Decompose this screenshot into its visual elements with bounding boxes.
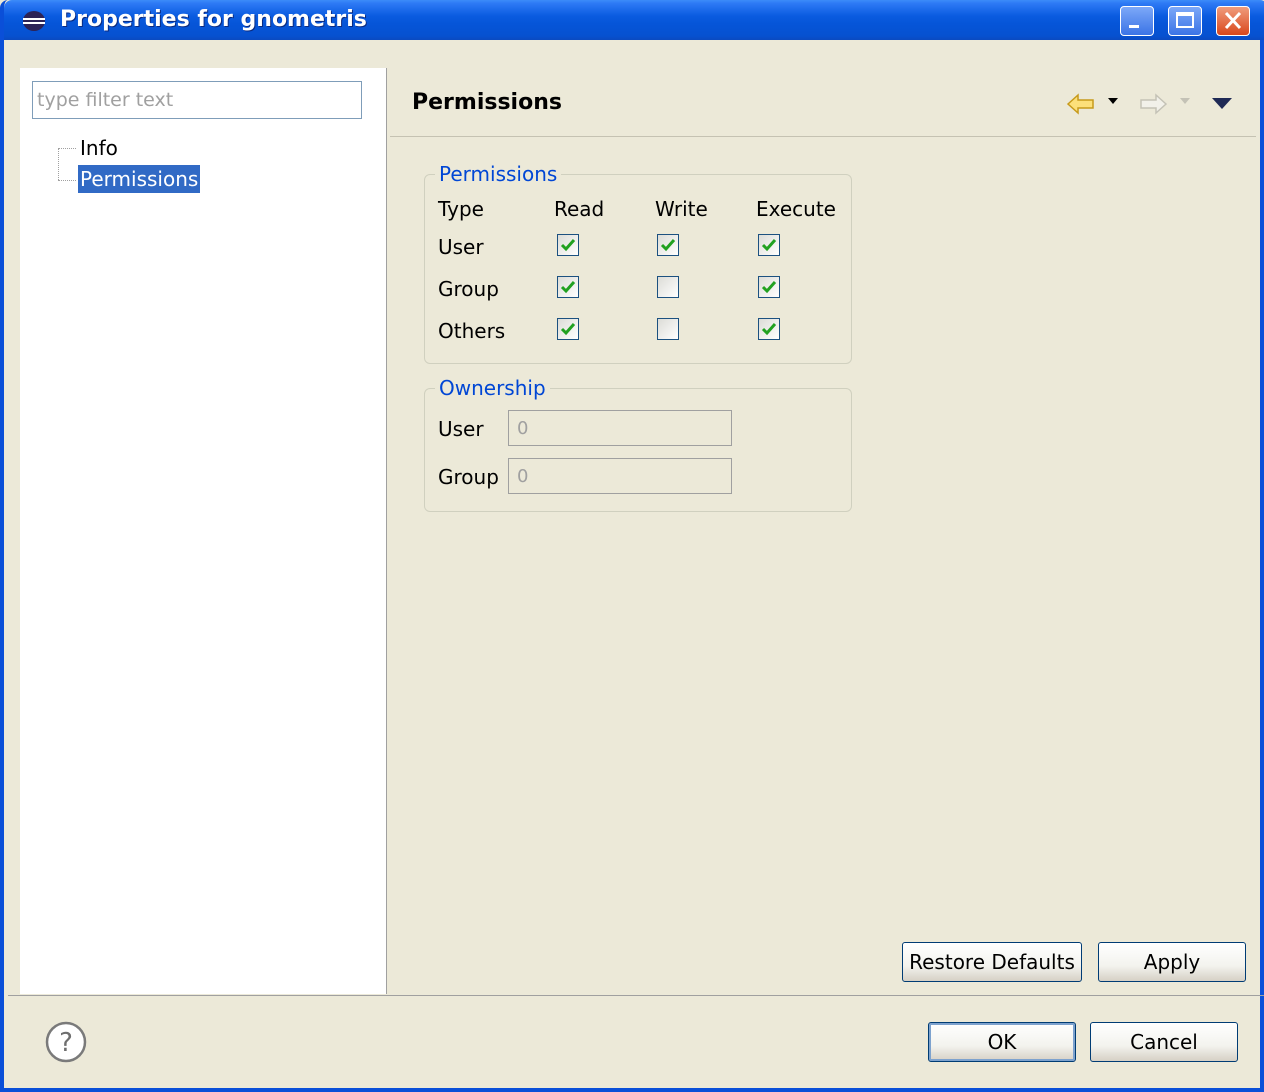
checkmark-icon (560, 323, 576, 336)
others-execute-checkbox[interactable] (758, 318, 780, 340)
checkmark-icon (761, 323, 777, 336)
others-write-checkbox[interactable] (657, 318, 679, 340)
row-label-user: User (438, 235, 484, 259)
owner-group-field (508, 458, 732, 494)
ok-button[interactable]: OK (928, 1022, 1076, 1062)
checkmark-icon (761, 239, 777, 252)
restore-defaults-button[interactable]: Restore Defaults (902, 942, 1082, 982)
owner-user-label: User (438, 417, 484, 441)
tree-item-permissions[interactable]: Permissions (78, 165, 201, 193)
separator (8, 995, 1264, 996)
title-bar[interactable]: Properties for gnometris (4, 0, 1264, 40)
header-read: Read (554, 197, 605, 221)
eclipse-icon (23, 11, 45, 31)
header-execute: Execute (756, 197, 836, 221)
cancel-button[interactable]: Cancel (1090, 1022, 1238, 1062)
group-write-checkbox[interactable] (657, 276, 679, 298)
tree-connector (58, 180, 76, 181)
forward-arrow-icon[interactable] (1138, 92, 1168, 116)
properties-dialog: Properties for gnometris Info Permission… (0, 0, 1264, 1092)
permissions-legend: Permissions (439, 162, 558, 186)
close-icon (1224, 11, 1242, 30)
close-button[interactable] (1216, 6, 1250, 36)
window-title: Properties for gnometris (60, 7, 367, 32)
maximize-icon (1176, 12, 1194, 28)
checkmark-icon (761, 281, 777, 294)
checkmark-icon (560, 281, 576, 294)
tree-connector (58, 148, 59, 180)
svg-text:?: ? (59, 1028, 73, 1058)
checkmark-icon (660, 239, 676, 252)
group-read-checkbox[interactable] (557, 276, 579, 298)
minimize-button[interactable] (1120, 6, 1154, 36)
page-header: Permissions (390, 68, 1256, 137)
owner-user-field (508, 410, 732, 446)
tree-item-info[interactable]: Info (78, 134, 120, 162)
user-read-checkbox[interactable] (557, 234, 579, 256)
header-type: Type (438, 197, 484, 221)
minimize-icon (1129, 25, 1139, 28)
view-menu-icon[interactable] (1212, 98, 1232, 110)
forward-dropdown-icon[interactable] (1180, 98, 1190, 106)
apply-button[interactable]: Apply (1098, 942, 1246, 982)
tree-connector (58, 148, 76, 149)
ownership-legend: Ownership (439, 376, 546, 400)
navigation-pane: Info Permissions (20, 68, 387, 994)
header-write: Write (655, 197, 708, 221)
others-read-checkbox[interactable] (557, 318, 579, 340)
checkmark-icon (560, 239, 576, 252)
back-dropdown-icon[interactable] (1108, 98, 1118, 106)
maximize-button[interactable] (1168, 6, 1202, 36)
filter-input[interactable] (32, 81, 362, 119)
group-execute-checkbox[interactable] (758, 276, 780, 298)
properties-page: Permissions Permissions Type Read Write … (390, 68, 1256, 994)
row-label-group: Group (438, 277, 499, 301)
user-execute-checkbox[interactable] (758, 234, 780, 256)
owner-group-label: Group (438, 465, 499, 489)
page-title: Permissions (412, 90, 562, 115)
user-write-checkbox[interactable] (657, 234, 679, 256)
back-arrow-icon[interactable] (1066, 92, 1096, 116)
help-icon[interactable]: ? (44, 1020, 88, 1064)
row-label-others: Others (438, 319, 506, 343)
